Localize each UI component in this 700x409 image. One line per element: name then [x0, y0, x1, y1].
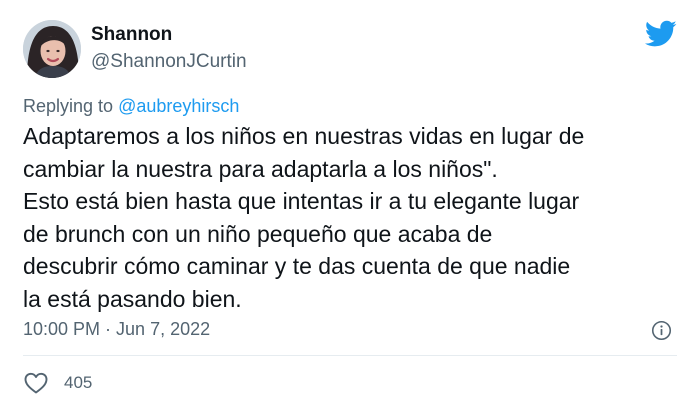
info-icon[interactable] — [651, 320, 672, 341]
tweet-line: la está pasando bien. — [23, 285, 242, 312]
tweet-line: Adaptaremos a los niños en nuestras vida… — [23, 123, 585, 149]
meta-separator: · — [100, 319, 117, 339]
reply-mention-link[interactable]: @aubreyhirsch — [118, 96, 239, 116]
tweet-card: Shannon @ShannonJCurtin Replying to @aub… — [0, 0, 700, 409]
replying-to: Replying to @aubreyhirsch — [23, 96, 239, 117]
twitter-bird-icon[interactable] — [645, 20, 677, 48]
author-name[interactable]: Shannon — [91, 24, 172, 46]
like-button[interactable]: 405 — [23, 371, 92, 395]
tweet-date: Jun 7, 2022 — [116, 319, 211, 339]
tweet-line: descubrir cómo caminar y te das cuenta d… — [23, 253, 571, 279]
tweet-line: de brunch con un niño pequeño que acaba … — [23, 220, 493, 247]
tweet-timestamp[interactable]: 10:00 PM · Jun 7, 2022 — [23, 319, 210, 340]
heart-icon — [24, 372, 48, 394]
divider — [23, 355, 677, 356]
tweet-line: Esto está bien hasta que intentas ir a t… — [23, 188, 580, 214]
profile-photo-avatar — [23, 20, 81, 78]
tweet-text: Adaptaremos a los niños en nuestras vida… — [23, 120, 688, 315]
author-handle[interactable]: @ShannonJCurtin — [91, 51, 247, 73]
tweet-line: cambiar la nuestra para adaptarla a los … — [23, 155, 498, 182]
avatar[interactable] — [23, 20, 81, 78]
like-count: 405 — [64, 373, 93, 392]
replying-prefix: Replying to — [23, 96, 119, 116]
tweet-time: 10:00 PM — [23, 319, 101, 339]
